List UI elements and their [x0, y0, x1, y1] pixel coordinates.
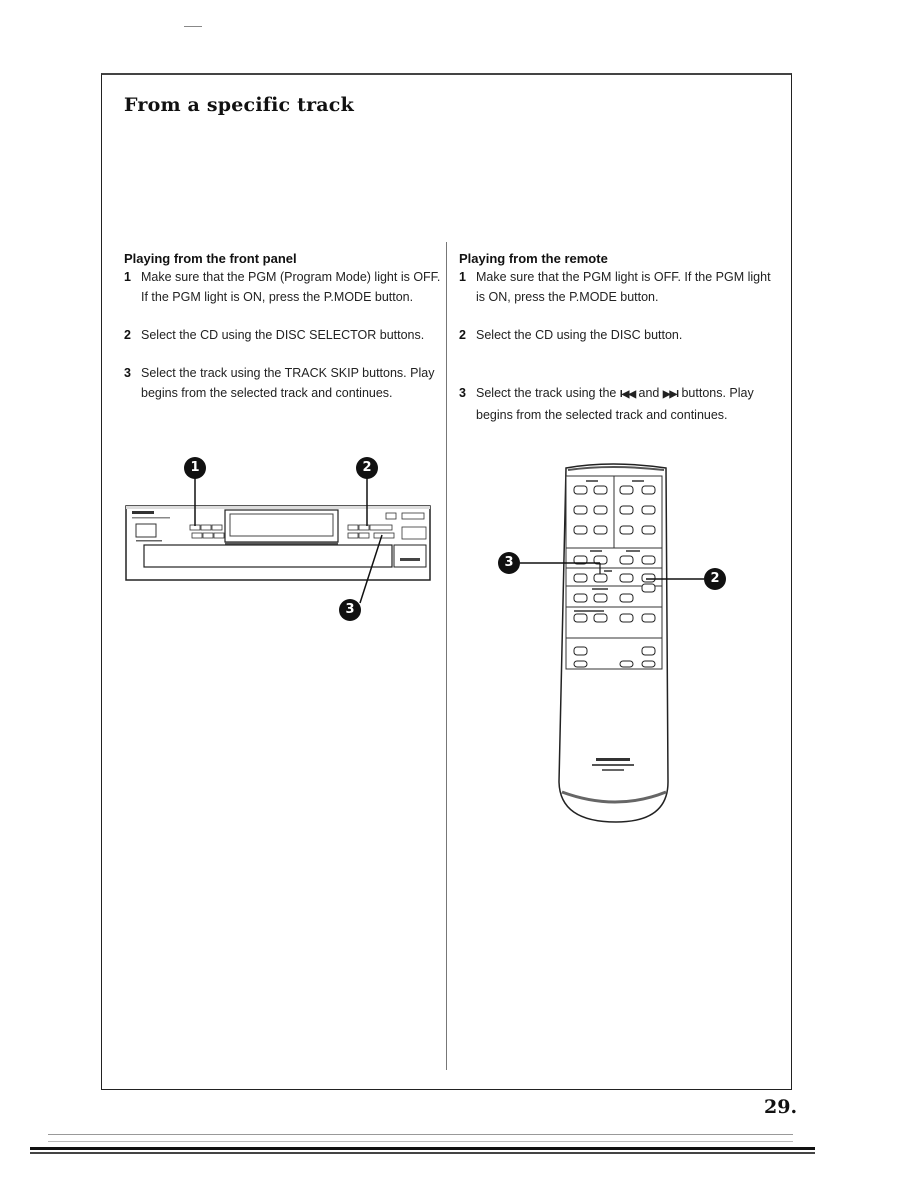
front-panel-heading: Playing from the front panel [124, 251, 297, 266]
front-panel-step-3: 3 Select the track using the TRACK SKIP … [124, 363, 444, 403]
callout-3: 3 [498, 552, 520, 574]
cd-player-front-panel-figure: 1 2 3 [120, 455, 450, 630]
callout-2: 2 [704, 568, 726, 590]
page-title: From a specific track [124, 94, 354, 116]
callout-1: 1 [184, 457, 206, 479]
step-number: 1 [459, 270, 466, 284]
step-number: 3 [124, 366, 131, 380]
callout-2: 2 [356, 457, 378, 479]
remote-control-figure: 3 2 [496, 462, 736, 828]
step-text: Select the track using the I◀◀ and ▶▶I b… [476, 386, 754, 422]
step-text: Select the track using the TRACK SKIP bu… [141, 366, 435, 400]
cd-player-drawing [125, 477, 431, 604]
skip-back-symbol: I◀◀ [619, 389, 636, 400]
scan-mark [184, 26, 202, 27]
remote-step-1: 1 Make sure that the PGM light is OFF. I… [459, 267, 779, 307]
step-text: Make sure that the PGM (Program Mode) li… [141, 270, 441, 304]
front-panel-step-2: 2 Select the CD using the DISC SELECTOR … [124, 325, 444, 345]
step-number: 2 [459, 328, 466, 342]
step-number: 2 [124, 328, 131, 342]
skip-forward-symbol: ▶▶I [662, 389, 679, 400]
scan-line [48, 1134, 793, 1135]
step-number: 1 [124, 270, 131, 284]
front-panel-section: Playing from the front panel 1 Make sure… [124, 250, 444, 403]
step-text: Select the CD using the DISC SELECTOR bu… [141, 328, 425, 342]
step-text: Make sure that the PGM light is OFF. If … [476, 270, 771, 304]
scan-line [30, 1147, 815, 1150]
remote-heading: Playing from the remote [459, 251, 608, 266]
remote-step-3: 3 Select the track using the I◀◀ and ▶▶I… [459, 383, 779, 425]
page-number: 29. [764, 1096, 798, 1118]
scan-line [48, 1141, 793, 1142]
scan-line [30, 1152, 815, 1154]
column-divider [446, 242, 447, 1070]
remote-section: Playing from the remote 1 Make sure that… [459, 250, 779, 425]
step-text: Select the CD using the DISC button. [476, 328, 683, 342]
remote-drawing [520, 463, 704, 823]
remote-step-2: 2 Select the CD using the DISC button. [459, 325, 779, 345]
front-panel-step-1: 1 Make sure that the PGM (Program Mode) … [124, 267, 444, 307]
step-number: 3 [459, 386, 466, 400]
callout-3: 3 [339, 599, 361, 621]
